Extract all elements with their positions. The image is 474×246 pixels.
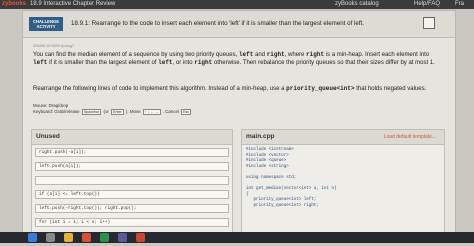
- store-icon[interactable]: [100, 233, 109, 242]
- challenge-activity-badge: CHALLENGE ACTIVITY: [29, 17, 63, 31]
- activity-meta: 334498.1074000.qx3zqy7: [33, 44, 75, 48]
- activity-header: CHALLENGE ACTIVITY 18.9.1: Rearrange to …: [23, 11, 455, 38]
- load-default-template-link[interactable]: Load default template...: [384, 130, 436, 144]
- activity-instructions: Rearrange the following lines of code to…: [33, 85, 427, 92]
- search-icon[interactable]: [46, 233, 55, 242]
- user-menu[interactable]: Fra: [455, 0, 464, 9]
- badge-line2: ACTIVITY: [36, 24, 56, 29]
- activity-title: 18.9.1: Rearrange to the code to insert …: [71, 20, 364, 27]
- unused-title: Unused: [32, 130, 232, 145]
- code-block[interactable]: [35, 176, 229, 185]
- code-line: priority_queue<int> right;: [246, 203, 319, 208]
- taskbar: [0, 232, 474, 243]
- activity-description: You can find the median element of a seq…: [33, 51, 435, 66]
- challenge-activity-card: CHALLENGE ACTIVITY 18.9.1: Rearrange to …: [22, 10, 456, 241]
- help-link[interactable]: Help/FAQ: [414, 0, 440, 9]
- code-block[interactable]: if (a[i] <= left.top()): [35, 190, 229, 199]
- mail-icon[interactable]: [136, 233, 145, 242]
- chrome-icon[interactable]: [82, 233, 91, 242]
- browser-top-bar: zybooks 18.9 Interactive Chapter Review …: [0, 0, 474, 9]
- code-area: #include <iostream> #include <vector> #inc…: [246, 148, 440, 210]
- completion-checkbox: [423, 17, 435, 29]
- brand-logo[interactable]: zybooks: [2, 0, 26, 9]
- code-block[interactable]: left.push(a[i]);: [35, 162, 229, 171]
- code-block[interactable]: left.push(-right.top()); right.pop();: [35, 204, 229, 213]
- keyboard-help: Keyboard: Grab/release Spacebar (or Ente…: [33, 109, 192, 115]
- code-block[interactable]: for (int i = 1; i < n; i++): [35, 218, 229, 227]
- folder-icon[interactable]: [64, 233, 73, 242]
- app-icon[interactable]: [118, 233, 127, 242]
- catalog-link[interactable]: zyBooks catalog: [335, 0, 379, 9]
- drag-help-text: Mouse: Drag/drop Keyboard: Grab/release …: [33, 103, 192, 115]
- breadcrumb[interactable]: 18.9 Interactive Chapter Review: [30, 0, 115, 9]
- code-block[interactable]: right.push(-a[i]);: [35, 148, 229, 157]
- start-icon[interactable]: [28, 233, 37, 242]
- main-cpp-panel[interactable]: main.cpp Load default template... #inclu…: [241, 129, 445, 235]
- spacebar-key: Spacebar: [81, 109, 102, 115]
- enter-key: Enter: [111, 109, 124, 115]
- arrow-keys: ↑ ↓ ← →: [142, 109, 161, 115]
- esc-key: Esc: [181, 109, 192, 115]
- unused-panel[interactable]: Unused right.push(-a[i]); left.push(a[i])…: [31, 129, 233, 241]
